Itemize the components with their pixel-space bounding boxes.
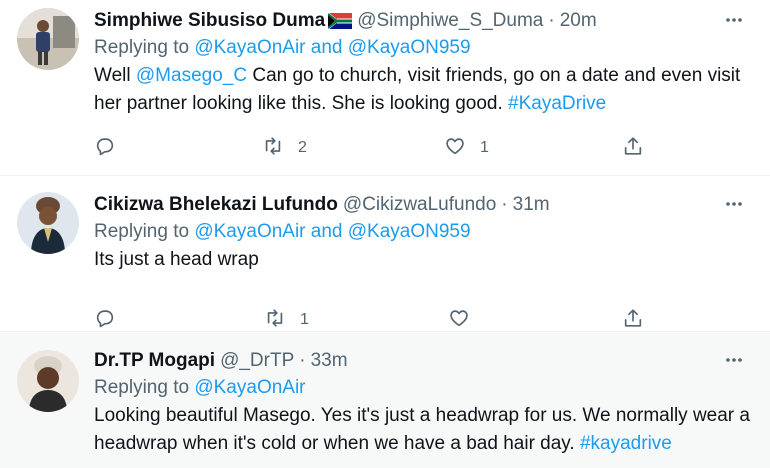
mention-link[interactable]: @Masego_C — [136, 65, 247, 86]
like-button[interactable]: 1 — [444, 136, 489, 160]
like-count: 1 — [480, 139, 489, 156]
author-name[interactable]: Cikizwa Bhelekazi Lufundo — [94, 194, 338, 216]
replying-to-link[interactable]: @KayaOnAir and @KayaON959 — [194, 221, 470, 242]
heart-icon — [448, 307, 470, 334]
avatar[interactable] — [17, 350, 79, 412]
author-name[interactable]: Dr.TP Mogapi — [94, 350, 215, 372]
heart-icon — [444, 135, 466, 162]
tweet[interactable]: Cikizwa Bhelekazi Lufundo @CikizwaLufund… — [0, 176, 770, 332]
tweet-text: Well @Masego_C Can go to church, visit f… — [94, 62, 754, 118]
share-icon — [622, 135, 644, 162]
replying-to-link[interactable]: @KayaOnAir — [194, 377, 305, 398]
reply-icon — [94, 135, 116, 162]
tweet-actions: 2 1 — [94, 136, 654, 160]
reply-button[interactable] — [94, 136, 116, 160]
author-handle[interactable]: @CikizwaLufundo — [343, 194, 496, 216]
author-handle[interactable]: @Simphiwe_S_Duma — [357, 10, 543, 32]
author-handle[interactable]: @_DrTP — [220, 350, 294, 372]
replying-to: Replying to @KayaOnAir and @KayaON959 — [94, 218, 754, 246]
retweet-count: 1 — [300, 311, 309, 328]
tweet[interactable]: Simphiwe Sibusiso Duma @Simphiwe_S_Duma … — [0, 0, 770, 176]
share-button[interactable] — [622, 136, 644, 160]
hashtag-link[interactable]: #KayaDrive — [508, 93, 606, 114]
timestamp[interactable]: 33m — [311, 350, 348, 372]
separator-dot: · — [299, 350, 306, 371]
timestamp[interactable]: 20m — [560, 10, 597, 32]
avatar[interactable] — [17, 8, 79, 70]
separator-dot: · — [548, 10, 555, 31]
hashtag-link[interactable]: #kayadrive — [580, 433, 672, 454]
south-africa-flag-icon — [327, 12, 353, 30]
replying-to: Replying to @KayaOnAir — [94, 374, 754, 402]
reply-icon — [94, 307, 116, 334]
tweet-text: Its just a head wrap — [94, 249, 259, 270]
share-button[interactable] — [622, 308, 644, 332]
timestamp[interactable]: 31m — [513, 194, 550, 216]
replying-prefix: Replying to — [94, 377, 190, 398]
retweet-button[interactable]: 2 — [262, 136, 307, 160]
separator-dot: · — [501, 194, 508, 215]
retweet-count: 2 — [298, 139, 307, 156]
avatar[interactable] — [17, 192, 79, 254]
tweet-actions: 1 — [94, 308, 654, 332]
tweet[interactable]: Dr.TP Mogapi @_DrTP · 33m Replying to @K… — [0, 332, 770, 468]
retweet-icon — [264, 307, 286, 334]
share-icon — [622, 307, 644, 334]
more-icon[interactable] — [724, 10, 744, 30]
reply-button[interactable] — [94, 308, 116, 332]
more-icon[interactable] — [724, 350, 744, 370]
more-icon[interactable] — [724, 194, 744, 214]
replying-to-link[interactable]: @KayaOnAir and @KayaON959 — [194, 37, 470, 58]
replying-to: Replying to @KayaOnAir and @KayaON959 — [94, 34, 754, 62]
replying-prefix: Replying to — [94, 37, 190, 58]
retweet-button[interactable]: 1 — [264, 308, 309, 332]
tweet-text: Looking beautiful Masego. Yes it's just … — [94, 402, 754, 458]
retweet-icon — [262, 135, 284, 162]
replying-prefix: Replying to — [94, 221, 190, 242]
tweet-text-segment: Well — [94, 65, 136, 86]
like-button[interactable] — [448, 308, 470, 332]
author-name[interactable]: Simphiwe Sibusiso Duma — [94, 10, 325, 32]
